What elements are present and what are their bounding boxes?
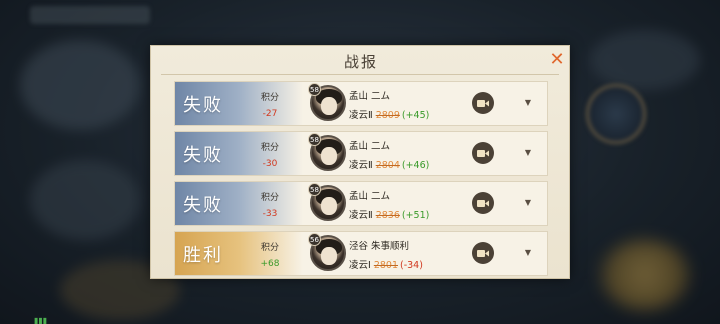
replay-button[interactable]	[472, 92, 494, 114]
replay-button[interactable]	[472, 142, 494, 164]
opponent-rank: 凌云Ⅱ	[349, 160, 373, 171]
dialog-header: 战报 ✕	[151, 46, 571, 74]
opponent-rank-line: 凌云Ⅱ 2836 (+51)	[349, 207, 459, 221]
opponent-rank-line: 凌云Ⅰ 2801 (-34)	[349, 257, 459, 271]
score-box: 积分 -33	[255, 190, 285, 219]
opponent-rating-delta: (+51)	[401, 210, 430, 221]
score-box: 积分 +68	[255, 240, 285, 269]
score-change: -30	[262, 159, 278, 169]
dialog-title: 战报	[343, 53, 378, 71]
score-change: -27	[262, 109, 278, 119]
score-label: 积分	[260, 193, 279, 203]
opponent-rating: 2809	[375, 110, 400, 121]
battle-record-row[interactable]: 失败 积分 -33 58 孟山 二ム 凌云Ⅱ 2836 (+51) ▼	[174, 181, 548, 226]
score-label: 积分	[260, 243, 279, 253]
level-badge: 58	[308, 183, 321, 196]
expand-button[interactable]: ▼	[523, 98, 533, 108]
background-orb-icon	[586, 84, 646, 144]
battle-record-list: 失败 积分 -27 58 孟山 二ム 凌云Ⅱ 2809 (+45) ▼ 失败 积…	[174, 81, 548, 281]
battle-record-row[interactable]: 失败 积分 -30 58 孟山 二ム 凌云Ⅱ 2804 (+46) ▼	[174, 131, 548, 176]
opponent-rank-line: 凌云Ⅱ 2809 (+45)	[349, 107, 459, 121]
opponent-rating: 2801	[373, 260, 398, 271]
signal-icon: ▮▮▮	[34, 316, 48, 324]
score-label: 积分	[260, 143, 279, 153]
video-camera-icon	[477, 249, 489, 257]
battle-report-dialog: 战报 ✕ 失败 积分 -27 58 孟山 二ム 凌云Ⅱ 2809 (+45) ▼…	[150, 45, 570, 279]
battle-record-row[interactable]: 胜利 积分 +68 56 泾谷 朱事顺利 凌云Ⅰ 2801 (-34) ▼	[174, 231, 548, 276]
opponent-rating: 2836	[375, 210, 400, 221]
video-camera-icon	[477, 149, 489, 157]
chevron-down-icon: ▼	[524, 98, 532, 107]
replay-button[interactable]	[472, 192, 494, 214]
close-button[interactable]: ✕	[548, 51, 566, 69]
result-label: 失败	[183, 194, 223, 216]
video-camera-icon	[477, 199, 489, 207]
replay-button[interactable]	[472, 242, 494, 264]
background-emblem	[600, 240, 690, 310]
result-label: 失败	[183, 144, 223, 166]
opponent-name: 孟山 二ム	[349, 141, 391, 152]
background-top-bar	[30, 6, 150, 24]
score-label: 积分	[260, 93, 279, 103]
opponent-rating-delta: (-34)	[400, 260, 423, 271]
expand-button[interactable]: ▼	[523, 148, 533, 158]
result-label: 失败	[183, 94, 223, 116]
battle-record-row[interactable]: 失败 积分 -27 58 孟山 二ム 凌云Ⅱ 2809 (+45) ▼	[174, 81, 548, 126]
score-change: -33	[262, 209, 278, 219]
header-divider	[161, 74, 559, 75]
close-icon: ✕	[549, 49, 565, 70]
opponent-info: 孟山 二ム 凌云Ⅱ 2809 (+45)	[349, 88, 459, 121]
opponent-rating-delta: (+46)	[401, 160, 430, 171]
opponent-rank-line: 凌云Ⅱ 2804 (+46)	[349, 157, 459, 171]
score-box: 积分 -27	[255, 90, 285, 119]
chevron-down-icon: ▼	[524, 148, 532, 157]
level-badge: 58	[308, 83, 321, 96]
video-camera-icon	[477, 99, 489, 107]
opponent-rating-delta: (+45)	[401, 110, 430, 121]
result-label: 胜利	[183, 244, 223, 266]
opponent-rank: 凌云Ⅰ	[349, 260, 371, 271]
expand-button[interactable]: ▼	[523, 248, 533, 258]
chevron-down-icon: ▼	[524, 248, 532, 257]
level-badge: 56	[308, 233, 321, 246]
expand-button[interactable]: ▼	[523, 198, 533, 208]
opponent-rank: 凌云Ⅱ	[349, 110, 373, 121]
opponent-name: 孟山 二ム	[349, 191, 391, 202]
score-change: +68	[260, 259, 280, 269]
opponent-info: 孟山 二ム 凌云Ⅱ 2804 (+46)	[349, 138, 459, 171]
score-box: 积分 -30	[255, 140, 285, 169]
level-badge: 58	[308, 133, 321, 146]
opponent-info: 泾谷 朱事顺利 凌云Ⅰ 2801 (-34)	[349, 238, 459, 271]
opponent-rank: 凌云Ⅱ	[349, 210, 373, 221]
chevron-down-icon: ▼	[524, 198, 532, 207]
opponent-info: 孟山 二ム 凌云Ⅱ 2836 (+51)	[349, 188, 459, 221]
opponent-name: 泾谷 朱事顺利	[349, 241, 410, 252]
opponent-rating: 2804	[375, 160, 400, 171]
opponent-name: 孟山 二ム	[349, 91, 391, 102]
